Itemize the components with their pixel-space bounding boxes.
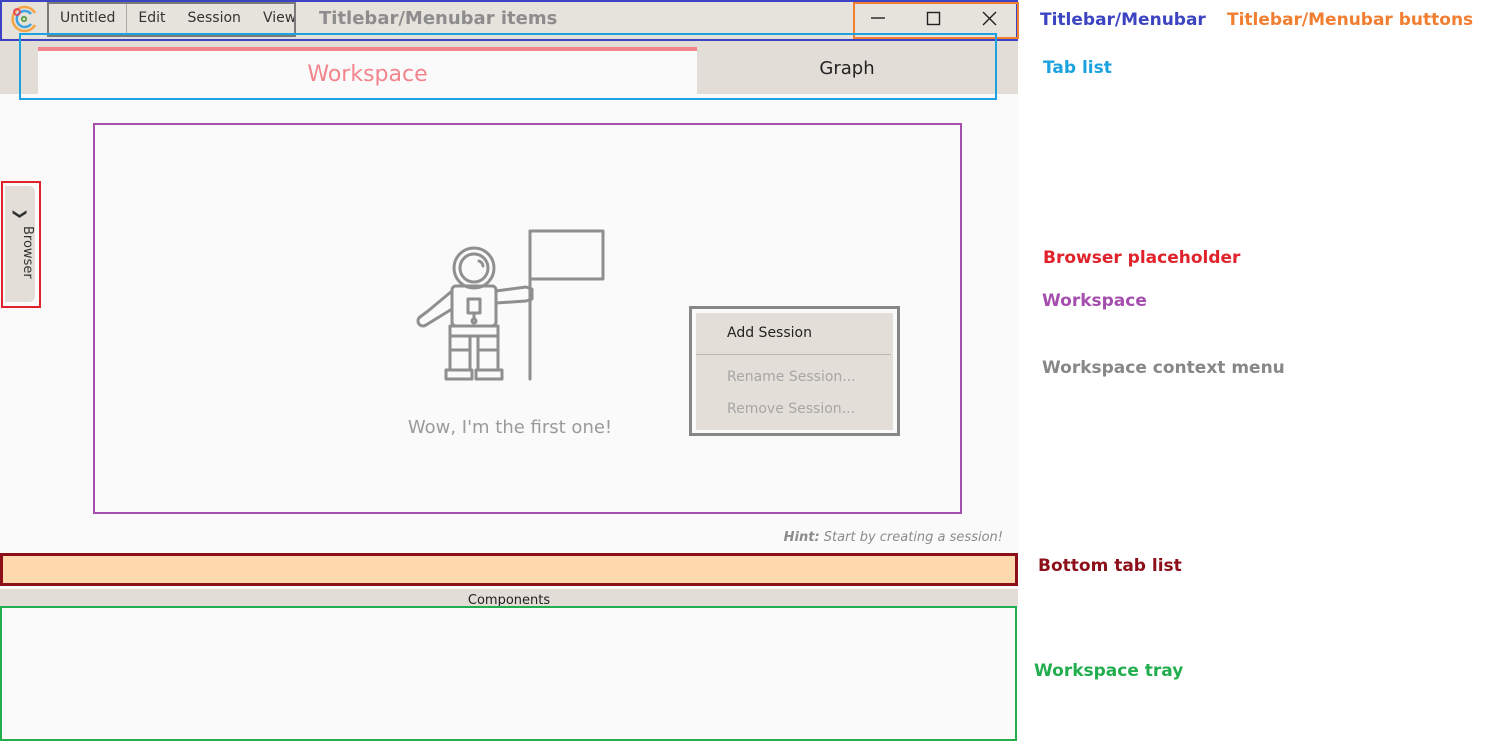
hint-prefix: Hint:: [783, 530, 820, 545]
application-window: Untitled Edit Session View Titlebar/Menu…: [0, 0, 1018, 741]
components-header[interactable]: Components: [0, 589, 1018, 608]
tab-list: Workspace Graph: [0, 38, 1018, 94]
tab-graph-label: Graph: [819, 58, 875, 79]
astronaut-illustration: [416, 229, 605, 381]
legend-context-menu: Workspace context menu: [1042, 358, 1285, 378]
menu-separator: [696, 354, 891, 355]
minimize-button[interactable]: [861, 6, 895, 32]
menubar: Untitled Edit Session View: [49, 4, 307, 34]
close-button[interactable]: [972, 6, 1006, 32]
legend-titlebar-buttons: Titlebar/Menubar buttons: [1227, 10, 1474, 30]
hint-body: Start by creating a session!: [819, 530, 1003, 545]
menu-item-rename-session: Rename Session...: [727, 369, 856, 385]
menu-item-add-session[interactable]: Add Session: [727, 325, 812, 341]
menu-session[interactable]: Session: [177, 4, 252, 34]
legend-tab-list: Tab list: [1043, 58, 1112, 78]
legend-bottom-tab-list: Bottom tab list: [1038, 556, 1182, 576]
app-logo-icon: [11, 5, 37, 33]
titlebar-items-annotation: Titlebar/Menubar items: [319, 8, 558, 29]
legend-titlebar: Titlebar/Menubar: [1040, 10, 1206, 30]
components-label: Components: [467, 593, 551, 608]
menu-item-remove-session: Remove Session...: [727, 401, 856, 417]
menu-edit[interactable]: Edit: [127, 4, 176, 34]
close-icon: [982, 11, 997, 26]
legend-workspace-tray: Workspace tray: [1034, 661, 1184, 681]
maximize-icon: [926, 11, 941, 26]
hint-text: Hint: Start by creating a session!: [720, 530, 1003, 545]
workspace-context-menu: Add Session Rename Session... Remove Ses…: [696, 313, 893, 430]
menu-untitled[interactable]: Untitled: [49, 4, 128, 34]
bottom-tab-list[interactable]: [0, 555, 1018, 586]
browser-toggle[interactable]: ❯ Browser: [5, 186, 35, 302]
tab-workspace-label: Workspace: [307, 62, 428, 87]
tab-workspace[interactable]: Workspace: [38, 47, 697, 94]
titlebar: Untitled Edit Session View Titlebar/Menu…: [0, 0, 1018, 38]
empty-state-text: Wow, I'm the first one!: [407, 417, 613, 438]
workspace-tray[interactable]: [0, 607, 1018, 741]
menu-view[interactable]: View: [252, 4, 307, 34]
browser-label: Browser: [20, 226, 35, 279]
maximize-button[interactable]: [917, 6, 951, 32]
tab-graph[interactable]: Graph: [699, 47, 995, 93]
legend-workspace: Workspace: [1042, 291, 1147, 311]
minimize-icon: [871, 17, 885, 19]
legend-browser-placeholder: Browser placeholder: [1043, 248, 1241, 268]
chevron-right-icon: ❯: [11, 208, 28, 220]
